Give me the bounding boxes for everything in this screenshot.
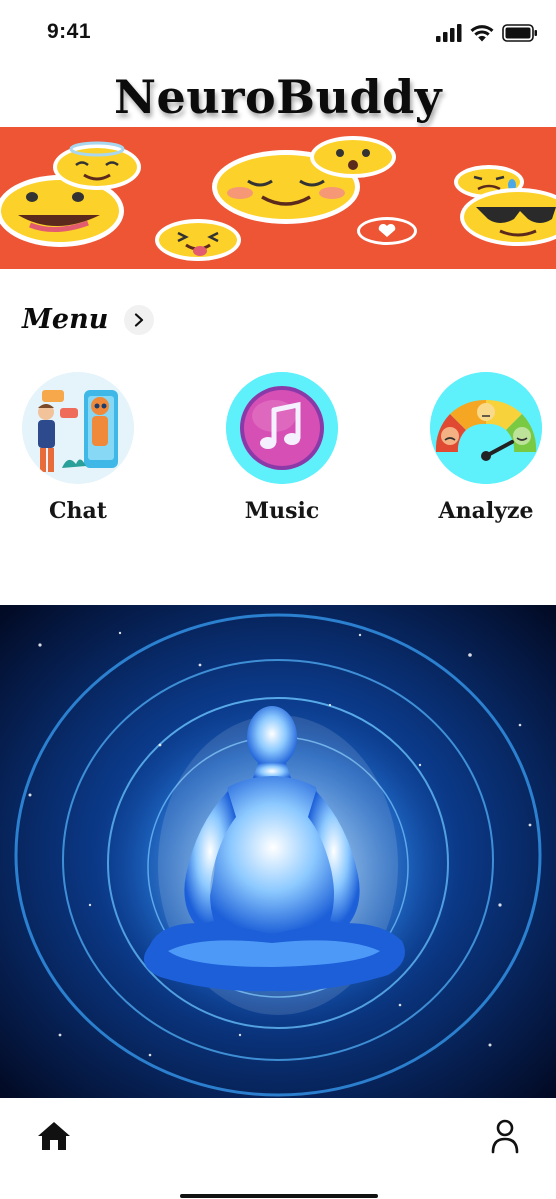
meditation-hero-image: [0, 605, 556, 1098]
tab-home[interactable]: [36, 1120, 72, 1156]
emoji-banner: [0, 127, 556, 269]
status-bar: 9:41: [0, 0, 556, 66]
tab-profile[interactable]: [490, 1118, 520, 1158]
emoji-faces-banner: [0, 127, 556, 269]
mood-gauge-icon: [430, 372, 542, 484]
wifi-icon: [470, 25, 494, 42]
app-title: NeuroBuddy: [113, 70, 443, 124]
home-indicator: [180, 1194, 378, 1198]
status-icons: [436, 24, 538, 42]
profile-icon: [491, 1119, 519, 1154]
home-icon: [38, 1122, 70, 1150]
menu-item-label: Music: [244, 498, 320, 524]
music-note-icon: [226, 372, 338, 484]
tab-bar: [0, 1098, 556, 1199]
menu-item-label: Analyze: [438, 498, 534, 524]
meditation-silhouette-cosmic-aura: [0, 605, 556, 1098]
signal-icon: [436, 24, 462, 42]
chat-robot-illustration: [22, 372, 134, 484]
menu-item-music[interactable]: Music: [202, 372, 362, 524]
menu-item-analyze[interactable]: Analyze: [406, 372, 556, 524]
menu-header: Menu: [22, 304, 155, 335]
menu-item-label: Chat: [49, 498, 107, 524]
chevron-right-icon: [135, 312, 144, 327]
battery-icon: [502, 24, 537, 42]
status-time: 9:41: [47, 20, 92, 43]
menu-more-button[interactable]: [124, 304, 155, 335]
menu-item-chat[interactable]: Chat: [0, 372, 158, 524]
menu-title: Menu: [22, 304, 109, 335]
